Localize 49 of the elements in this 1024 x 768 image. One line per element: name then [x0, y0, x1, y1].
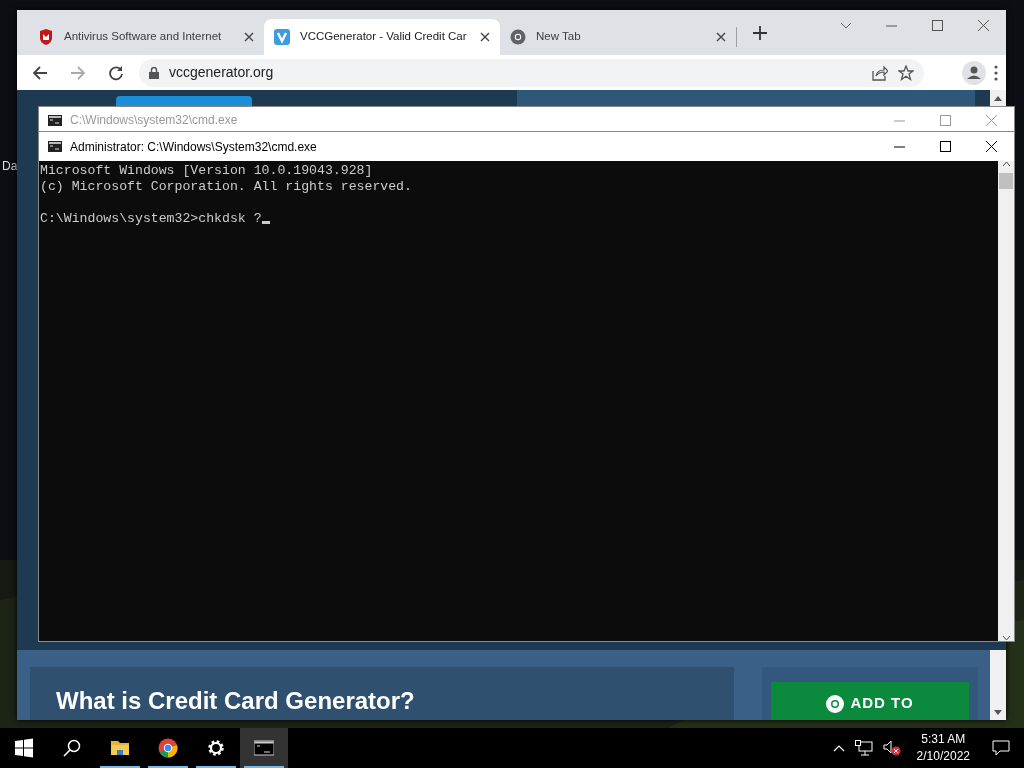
folder-icon[interactable]	[110, 738, 130, 758]
running-indicator	[100, 766, 140, 768]
add-button[interactable]: ADD TO	[771, 682, 969, 720]
browser-tab[interactable]: New Tab	[500, 19, 736, 55]
scroll-up-button[interactable]	[990, 90, 1006, 106]
running-indicator	[196, 766, 236, 768]
close-icon[interactable]	[480, 32, 490, 42]
new-tab-icon[interactable]	[753, 25, 767, 40]
network-icon[interactable]	[854, 740, 873, 756]
console-line: C:\Windows\system32>chkdsk ?	[40, 211, 262, 226]
console-icon	[48, 114, 62, 126]
console-icon	[48, 141, 62, 152]
console-line: Microsoft Windows [Version 10.0.19043.928]	[40, 163, 373, 178]
close-icon[interactable]	[244, 32, 254, 42]
close-icon[interactable]	[716, 32, 726, 42]
running-indicator	[148, 766, 188, 768]
scroll-up-icon	[994, 95, 1002, 101]
shield-icon	[38, 29, 54, 45]
star-icon[interactable]	[898, 64, 914, 81]
chevron-up-icon[interactable]	[832, 744, 845, 752]
back-icon[interactable]	[31, 63, 49, 82]
volume-muted-icon[interactable]	[882, 740, 901, 756]
search-icon[interactable]	[62, 738, 82, 758]
letter-icon	[274, 29, 290, 45]
browser-tab[interactable]: Antivirus Software and Internet	[28, 19, 264, 55]
gear-icon[interactable]	[206, 738, 226, 758]
console-line: (c) Microsoft Corporation. All rights reserved.	[40, 179, 412, 194]
address-bar[interactable]: vccgenerator.org	[139, 58, 924, 87]
notification-icon[interactable]	[992, 740, 1010, 756]
desktop-icon-label[interactable]: Da	[2, 157, 18, 175]
profile-icon[interactable]	[962, 60, 986, 85]
maximize-icon[interactable]	[939, 141, 951, 152]
menu-icon[interactable]	[994, 64, 998, 81]
scroll-down-icon[interactable]	[1001, 635, 1011, 641]
clock[interactable]: 5:31 AM 2/10/2022	[916, 731, 970, 765]
text-cursor	[261, 221, 270, 224]
scroll-up-icon[interactable]	[1001, 161, 1011, 167]
console-icon[interactable]	[254, 738, 274, 758]
window-title: C:\Windows\system32\cmd.exe	[70, 112, 238, 129]
window-title: Administrator: C:\Windows\System32\cmd.exe	[70, 138, 317, 156]
section-heading: What is Credit Card Generator?	[56, 687, 415, 716]
windows-logo-icon[interactable]	[14, 738, 34, 758]
running-indicator	[244, 766, 284, 768]
close-icon[interactable]	[985, 141, 997, 152]
lock-icon	[149, 66, 159, 79]
browser-tab[interactable]: VCCGenerator - Valid Credit Car	[264, 19, 500, 55]
scroll-down-icon	[994, 710, 1002, 715]
share-icon[interactable]	[872, 64, 888, 81]
scrollbar-thumb[interactable]	[999, 173, 1013, 189]
